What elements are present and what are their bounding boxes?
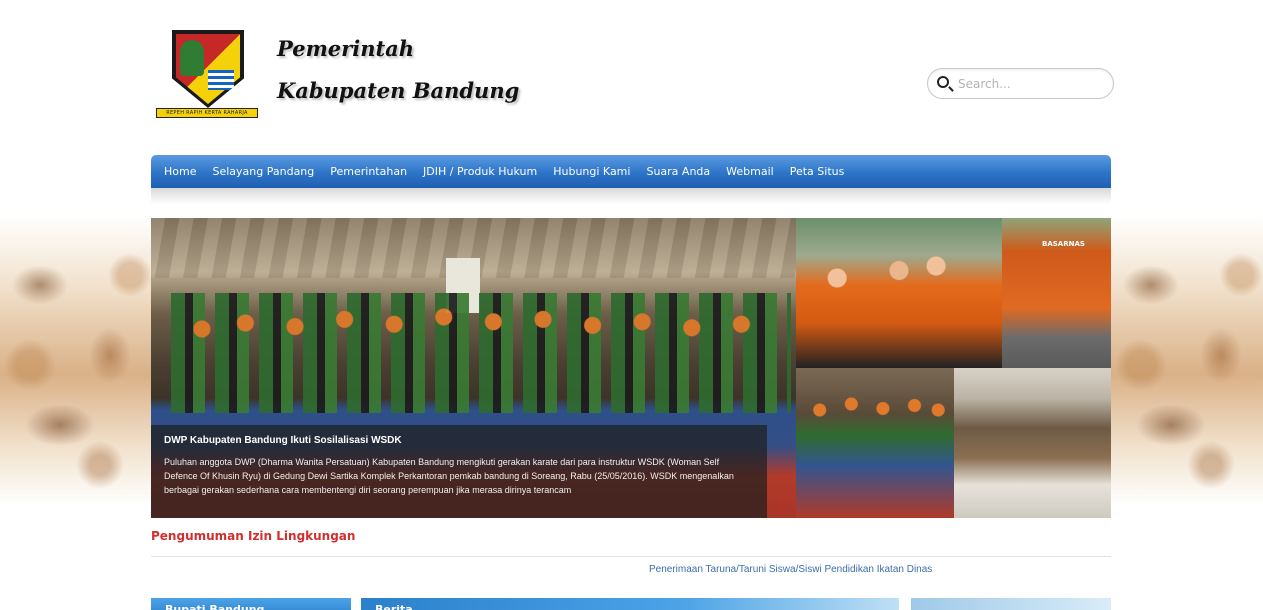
nav-pemerintahan[interactable]: Pemerintahan (322, 155, 415, 188)
site-title-line2: Kabupaten Bandung (277, 78, 520, 103)
nav-hubungi-kami[interactable]: Hubungi Kami (545, 155, 638, 188)
nav-selayang-pandang[interactable]: Selayang Pandang (204, 155, 322, 188)
nav-webmail[interactable]: Webmail (718, 155, 782, 188)
news-slider: DWP Kabupaten Bandung Ikuti Sosilalisasi… (151, 218, 1111, 518)
slider-caption-text: Puluhan anggota DWP (Dharma Wanita Persa… (164, 457, 734, 495)
search-input[interactable] (958, 75, 1106, 93)
logo-motto: REPEH RAPIH KERTA RAHARJA (156, 108, 258, 118)
slider-thumb-1[interactable] (796, 218, 1002, 368)
thumb-label: BASARNAS (1042, 240, 1085, 248)
main-nav: Home Selayang Pandang Pemerintahan JDIH … (151, 155, 1111, 188)
slider-thumb-2[interactable]: BASARNAS (1002, 218, 1111, 368)
panel-banner[interactable] (911, 598, 1111, 610)
site-title: Pemerintah Kabupaten Bandung (277, 28, 519, 112)
batik-right-decoration (1111, 215, 1263, 505)
kabupaten-logo[interactable]: REPEH RAPIH KERTA RAHARJA (156, 26, 258, 122)
slider-thumb-4[interactable] (954, 368, 1111, 518)
nav-suara-anda[interactable]: Suara Anda (638, 155, 718, 188)
search-box (927, 68, 1114, 99)
announcement-title[interactable]: Pengumuman Izin Lingkungan (151, 529, 355, 543)
divider (151, 556, 1111, 557)
shield-icon (172, 30, 244, 108)
slider-main-photo[interactable]: DWP Kabupaten Bandung Ikuti Sosilalisasi… (151, 218, 796, 518)
batik-left-decoration (0, 215, 160, 505)
nav-peta-situs[interactable]: Peta Situs (782, 155, 853, 188)
search-icon (937, 76, 949, 88)
panel-berita: Berita (361, 598, 899, 610)
site-title-line1: Pemerintah (277, 36, 415, 61)
panel-bupati: Bupati Bandung (151, 598, 351, 610)
nav-shadow (151, 188, 1111, 204)
slider-caption: DWP Kabupaten Bandung Ikuti Sosilalisasi… (151, 425, 767, 518)
announcement-ticker[interactable]: Penerimaan Taruna/Taruni Siswa/Siswi Pen… (649, 564, 932, 575)
slider-caption-title[interactable]: DWP Kabupaten Bandung Ikuti Sosilalisasi… (164, 435, 754, 446)
nav-home[interactable]: Home (156, 155, 204, 188)
slider-thumb-3[interactable] (796, 368, 954, 518)
nav-jdih-produk-hukum[interactable]: JDIH / Produk Hukum (415, 155, 545, 188)
